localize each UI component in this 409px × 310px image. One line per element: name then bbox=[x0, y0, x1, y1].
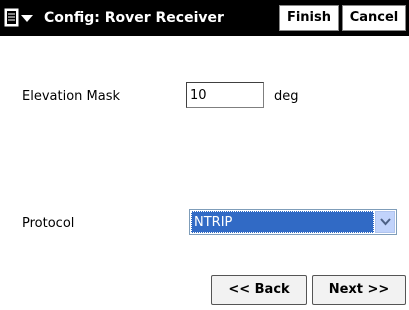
elevation-mask-input[interactable] bbox=[186, 82, 264, 108]
dropdown-arrow-button[interactable] bbox=[375, 211, 395, 233]
chevron-down-icon bbox=[379, 218, 391, 226]
elevation-mask-label: Elevation Mask bbox=[22, 89, 121, 104]
cancel-button[interactable]: Cancel bbox=[342, 5, 406, 31]
start-menu-icon bbox=[4, 8, 33, 27]
title-bar: Config: Rover Receiver Finish Cancel bbox=[0, 0, 409, 36]
window-title: Config: Rover Receiver bbox=[44, 10, 224, 26]
protocol-label: Protocol bbox=[22, 216, 75, 231]
elevation-unit-label: deg bbox=[274, 89, 299, 104]
finish-button[interactable]: Finish bbox=[279, 5, 339, 31]
protocol-select[interactable]: NTRIP bbox=[189, 209, 397, 235]
protocol-selected-value: NTRIP bbox=[191, 211, 374, 233]
start-menu-button[interactable] bbox=[4, 6, 38, 30]
next-button[interactable]: Next >> bbox=[312, 275, 406, 305]
back-button[interactable]: << Back bbox=[211, 275, 307, 305]
